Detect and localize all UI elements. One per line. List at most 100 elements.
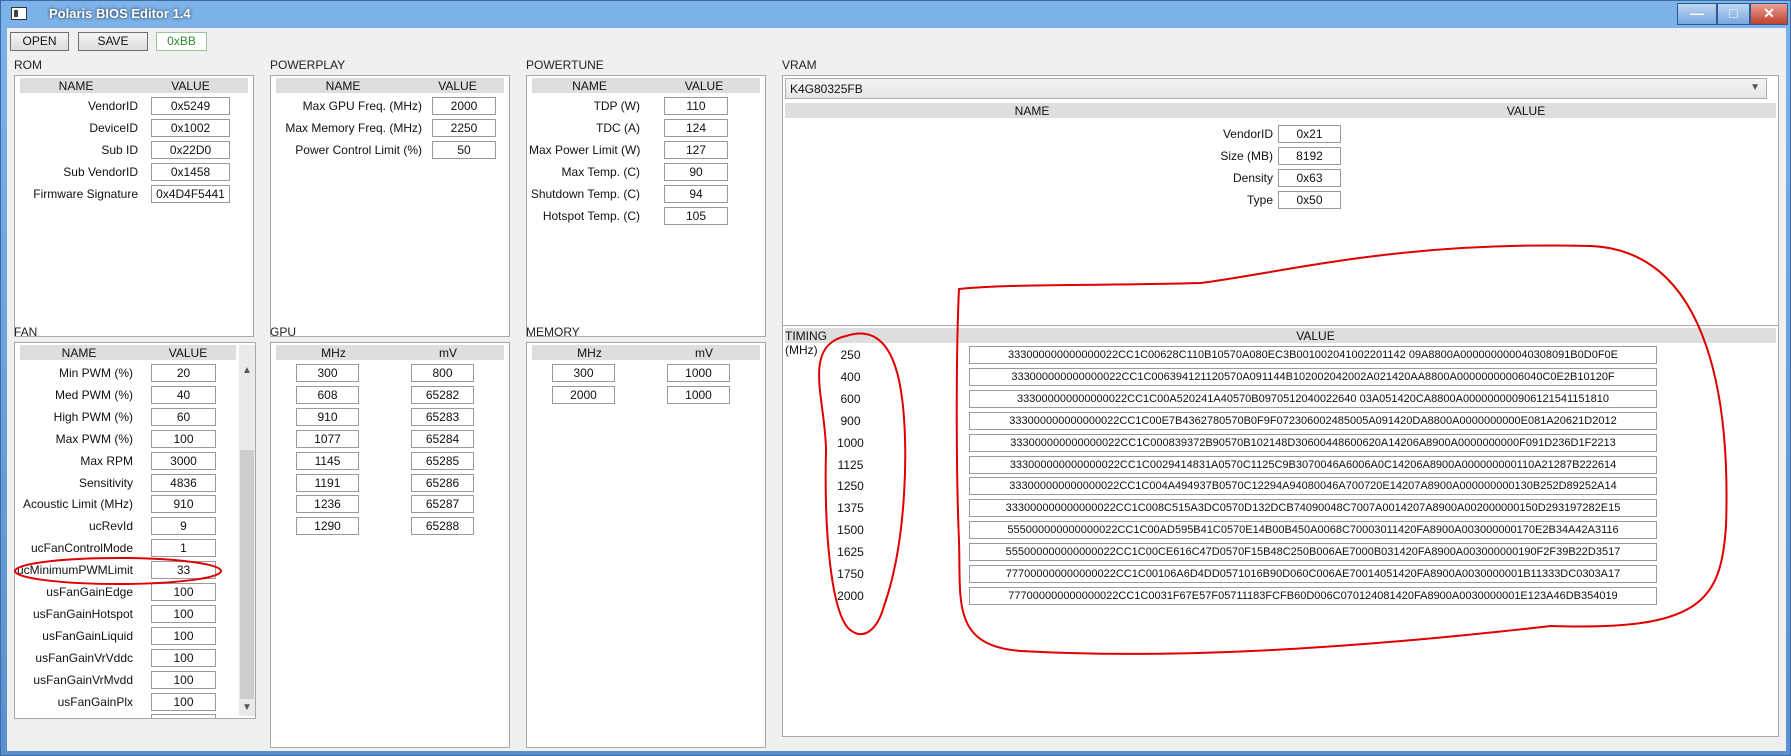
timing-value-field[interactable]: 555000000000000022CC1C00CE616C47D0570F15… xyxy=(969,543,1657,562)
value-field[interactable]: 3000 xyxy=(151,451,216,470)
value-field[interactable]: 9 xyxy=(151,517,216,536)
mv-field[interactable]: 65284 xyxy=(411,429,474,448)
open-button[interactable]: OPEN xyxy=(10,32,69,51)
vram-model-select[interactable]: K4G80325FB ▼ xyxy=(785,78,1767,99)
value-field[interactable]: 50 xyxy=(432,140,496,159)
mv-field[interactable]: 65286 xyxy=(411,473,474,492)
value-field[interactable]: 105 xyxy=(664,206,728,225)
value-field[interactable]: 0x50 xyxy=(1278,190,1341,209)
memory-table: MHz mV 300 1000 2000 1000 xyxy=(526,342,766,748)
row-label: Max Temp. (C) xyxy=(561,164,640,179)
timing-value-field[interactable]: 333000000000000022CC1C0029414831A0570C11… xyxy=(969,455,1657,474)
vram-table: K4G80325FB ▼ NAME VALUE VendorID 0x21 Size… xyxy=(782,75,1779,345)
value-field[interactable]: 0x1002 xyxy=(151,118,230,137)
value-field[interactable]: 100 xyxy=(151,626,216,645)
value-field[interactable]: 4836 xyxy=(151,473,216,492)
value-field[interactable]: 20 xyxy=(151,364,216,382)
scroll-up-icon[interactable]: ▲ xyxy=(239,363,255,379)
title-bar[interactable]: Polaris BIOS Editor 1.4 — □ ✕ xyxy=(1,1,1790,27)
timing-value-field[interactable]: 333000000000000022CC1C000839372B90570B10… xyxy=(969,433,1657,452)
mv-field[interactable]: 65287 xyxy=(411,495,474,514)
scroll-down-icon[interactable]: ▼ xyxy=(239,700,255,716)
value-field[interactable]: 100 xyxy=(151,429,216,448)
value-field[interactable]: 60 xyxy=(151,407,216,426)
fan-header: NAME VALUE xyxy=(20,345,236,360)
value-field[interactable]: 90 xyxy=(664,162,728,181)
powerplay-table: NAME VALUE Max GPU Freq. (MHz) 2000 Max Me… xyxy=(270,75,510,337)
mhz-field[interactable]: 1077 xyxy=(296,429,359,448)
fan-scrollbar[interactable]: ▲ ▼ xyxy=(239,345,255,716)
mv-column-header: mV xyxy=(439,346,457,360)
timing-frequency: 1625 xyxy=(837,545,864,560)
value-field[interactable]: 910 xyxy=(151,495,216,514)
row-label: Min PWM (%) xyxy=(59,366,133,380)
save-button[interactable]: SAVE xyxy=(78,32,148,51)
value-field[interactable]: 33 xyxy=(151,561,216,580)
mv-field[interactable]: 65285 xyxy=(411,451,474,470)
mhz-field[interactable]: 1290 xyxy=(296,517,359,536)
timing-value-field[interactable]: 777000000000000022CC1C0031F67E57F0571118… xyxy=(969,586,1657,605)
value-field[interactable]: 100 xyxy=(151,648,216,667)
value-field[interactable]: 110 xyxy=(664,97,728,115)
timing-value-field[interactable]: 333000000000000022CC1C00E7B4362780570B0F… xyxy=(969,411,1657,430)
value-field[interactable]: 0x4D4F5441 xyxy=(151,184,230,203)
mhz-field[interactable]: 2000 xyxy=(552,385,615,404)
mv-field[interactable]: 800 xyxy=(411,364,474,382)
powertune-table: NAME VALUE TDP (W) 110 TDC (A) 124 Max Power… xyxy=(526,75,766,337)
timing-value-field[interactable]: 333000000000000022CC1C004A494937B0570C12… xyxy=(969,477,1657,496)
mhz-field[interactable]: 300 xyxy=(552,364,615,382)
mv-field[interactable]: 1000 xyxy=(667,364,730,382)
timing-value-field[interactable]: 555000000000000022CC1C00AD595B41C0570E14… xyxy=(969,521,1657,540)
value-field[interactable]: 2000 xyxy=(432,97,496,115)
timing-value-field[interactable]: 333000000000000022CC1C00A520241A40570B09… xyxy=(969,389,1657,408)
mhz-field[interactable]: 910 xyxy=(296,407,359,426)
timing-value-field[interactable]: 777000000000000022CC1C00106A6D4DD0571016… xyxy=(969,565,1657,583)
minimize-button[interactable]: — xyxy=(1677,3,1717,25)
value-field[interactable]: 100 xyxy=(151,583,216,601)
timing-value-field[interactable]: 333000000000000022CC1C006394121120570A09… xyxy=(969,367,1657,386)
value-field[interactable]: 0x22D0 xyxy=(151,140,230,159)
mv-field[interactable]: 1000 xyxy=(667,385,730,404)
rom-panel: ROM NAME VALUE VendorID 0x5249 DeviceID 0x1… xyxy=(14,58,254,338)
app-window: Polaris BIOS Editor 1.4 — □ ✕ OPEN SAVE … xyxy=(0,0,1791,756)
rom-title: ROM xyxy=(14,58,42,72)
value-field[interactable]: 1 xyxy=(151,539,216,558)
mv-field[interactable]: 65288 xyxy=(411,517,474,536)
powertune-panel: POWERTUNE NAME VALUE TDP (W) 110 TDC (A) 12… xyxy=(526,58,766,338)
value-field[interactable]: 8192 xyxy=(1278,146,1341,165)
scroll-thumb[interactable] xyxy=(240,450,254,699)
value-field[interactable]: 2250 xyxy=(432,118,496,137)
value-field[interactable]: 127 xyxy=(664,140,728,159)
value-field[interactable]: 100 xyxy=(151,670,216,689)
value-field[interactable]: 124 xyxy=(664,118,728,137)
mv-field[interactable]: 65282 xyxy=(411,385,474,404)
row-label: Max Power Limit (W) xyxy=(529,142,641,157)
maximize-button[interactable]: □ xyxy=(1717,3,1750,25)
mhz-field[interactable]: 608 xyxy=(296,385,359,404)
value-field[interactable]: 0x63 xyxy=(1278,168,1341,187)
value-column-header: VALUE xyxy=(1506,104,1546,118)
timing-value-field[interactable]: 333000000000000022CC1C00628C110B10570A08… xyxy=(969,346,1657,364)
mhz-field[interactable]: 1191 xyxy=(296,473,359,492)
timing-value-field[interactable]: 333000000000000022CC1C008C515A3DC0570D13… xyxy=(969,499,1657,518)
value-field[interactable]: 100 xyxy=(151,714,216,718)
value-field[interactable]: 94 xyxy=(664,184,728,203)
vram-header: NAME VALUE xyxy=(785,103,1776,118)
value-field[interactable]: 40 xyxy=(151,385,216,404)
value-field[interactable]: 0x5249 xyxy=(151,97,230,115)
value-field[interactable]: 100 xyxy=(151,604,216,623)
mv-field[interactable]: 65283 xyxy=(411,407,474,426)
value-field[interactable]: 100 xyxy=(151,692,216,711)
close-button[interactable]: ✕ xyxy=(1750,3,1788,25)
row-label: TDC (A) xyxy=(596,120,640,135)
gpu-header: MHz mV xyxy=(276,345,504,360)
mhz-field[interactable]: 1145 xyxy=(296,451,359,470)
timing-frequency: 250 xyxy=(840,348,861,362)
mhz-field[interactable]: 1236 xyxy=(296,495,359,514)
value-field[interactable]: 0x21 xyxy=(1278,125,1341,143)
row-label: usFanGainHbm xyxy=(17,716,133,718)
timing-frequency: 2000 xyxy=(837,588,864,603)
value-field[interactable]: 0x1458 xyxy=(151,162,230,181)
mhz-field[interactable]: 300 xyxy=(296,364,359,382)
memory-header: MHz mV xyxy=(532,345,760,360)
